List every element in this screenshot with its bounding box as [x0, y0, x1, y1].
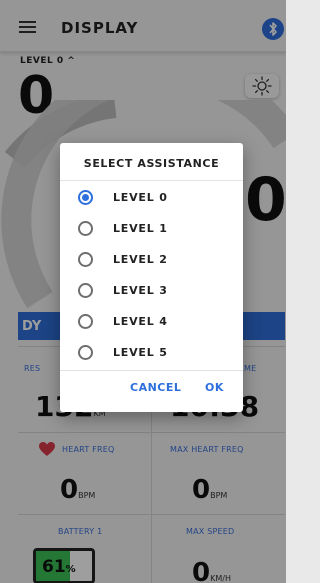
option-label: LEVEL 3: [113, 284, 168, 297]
radio-button-icon[interactable]: [78, 221, 93, 236]
radio-button-selected-icon[interactable]: [78, 190, 93, 205]
divider: [60, 370, 243, 371]
option-level-1[interactable]: LEVEL 1: [60, 214, 243, 245]
radio-button-icon[interactable]: [78, 283, 93, 298]
option-label: LEVEL 4: [113, 315, 168, 328]
divider: [60, 180, 243, 181]
option-level-5[interactable]: LEVEL 5: [60, 338, 243, 369]
ok-button[interactable]: OK: [205, 381, 224, 394]
cancel-button[interactable]: CANCEL: [130, 381, 181, 394]
dialog-title: SELECT ASSISTANCE: [83, 157, 220, 170]
radio-button-icon[interactable]: [78, 252, 93, 267]
option-level-3[interactable]: LEVEL 3: [60, 276, 243, 307]
select-assistance-dialog: SELECT ASSISTANCE LEVEL 0 LEVEL 1 LEVEL …: [60, 143, 243, 412]
radio-button-icon[interactable]: [78, 345, 93, 360]
option-label: LEVEL 1: [113, 222, 168, 235]
option-level-4[interactable]: LEVEL 4: [60, 307, 243, 338]
option-level-2[interactable]: LEVEL 2: [60, 245, 243, 276]
radio-button-icon[interactable]: [78, 314, 93, 329]
option-label: LEVEL 0: [113, 191, 168, 204]
option-label: LEVEL 2: [113, 253, 168, 266]
option-label: LEVEL 5: [113, 346, 168, 359]
option-level-0[interactable]: LEVEL 0: [60, 183, 243, 214]
